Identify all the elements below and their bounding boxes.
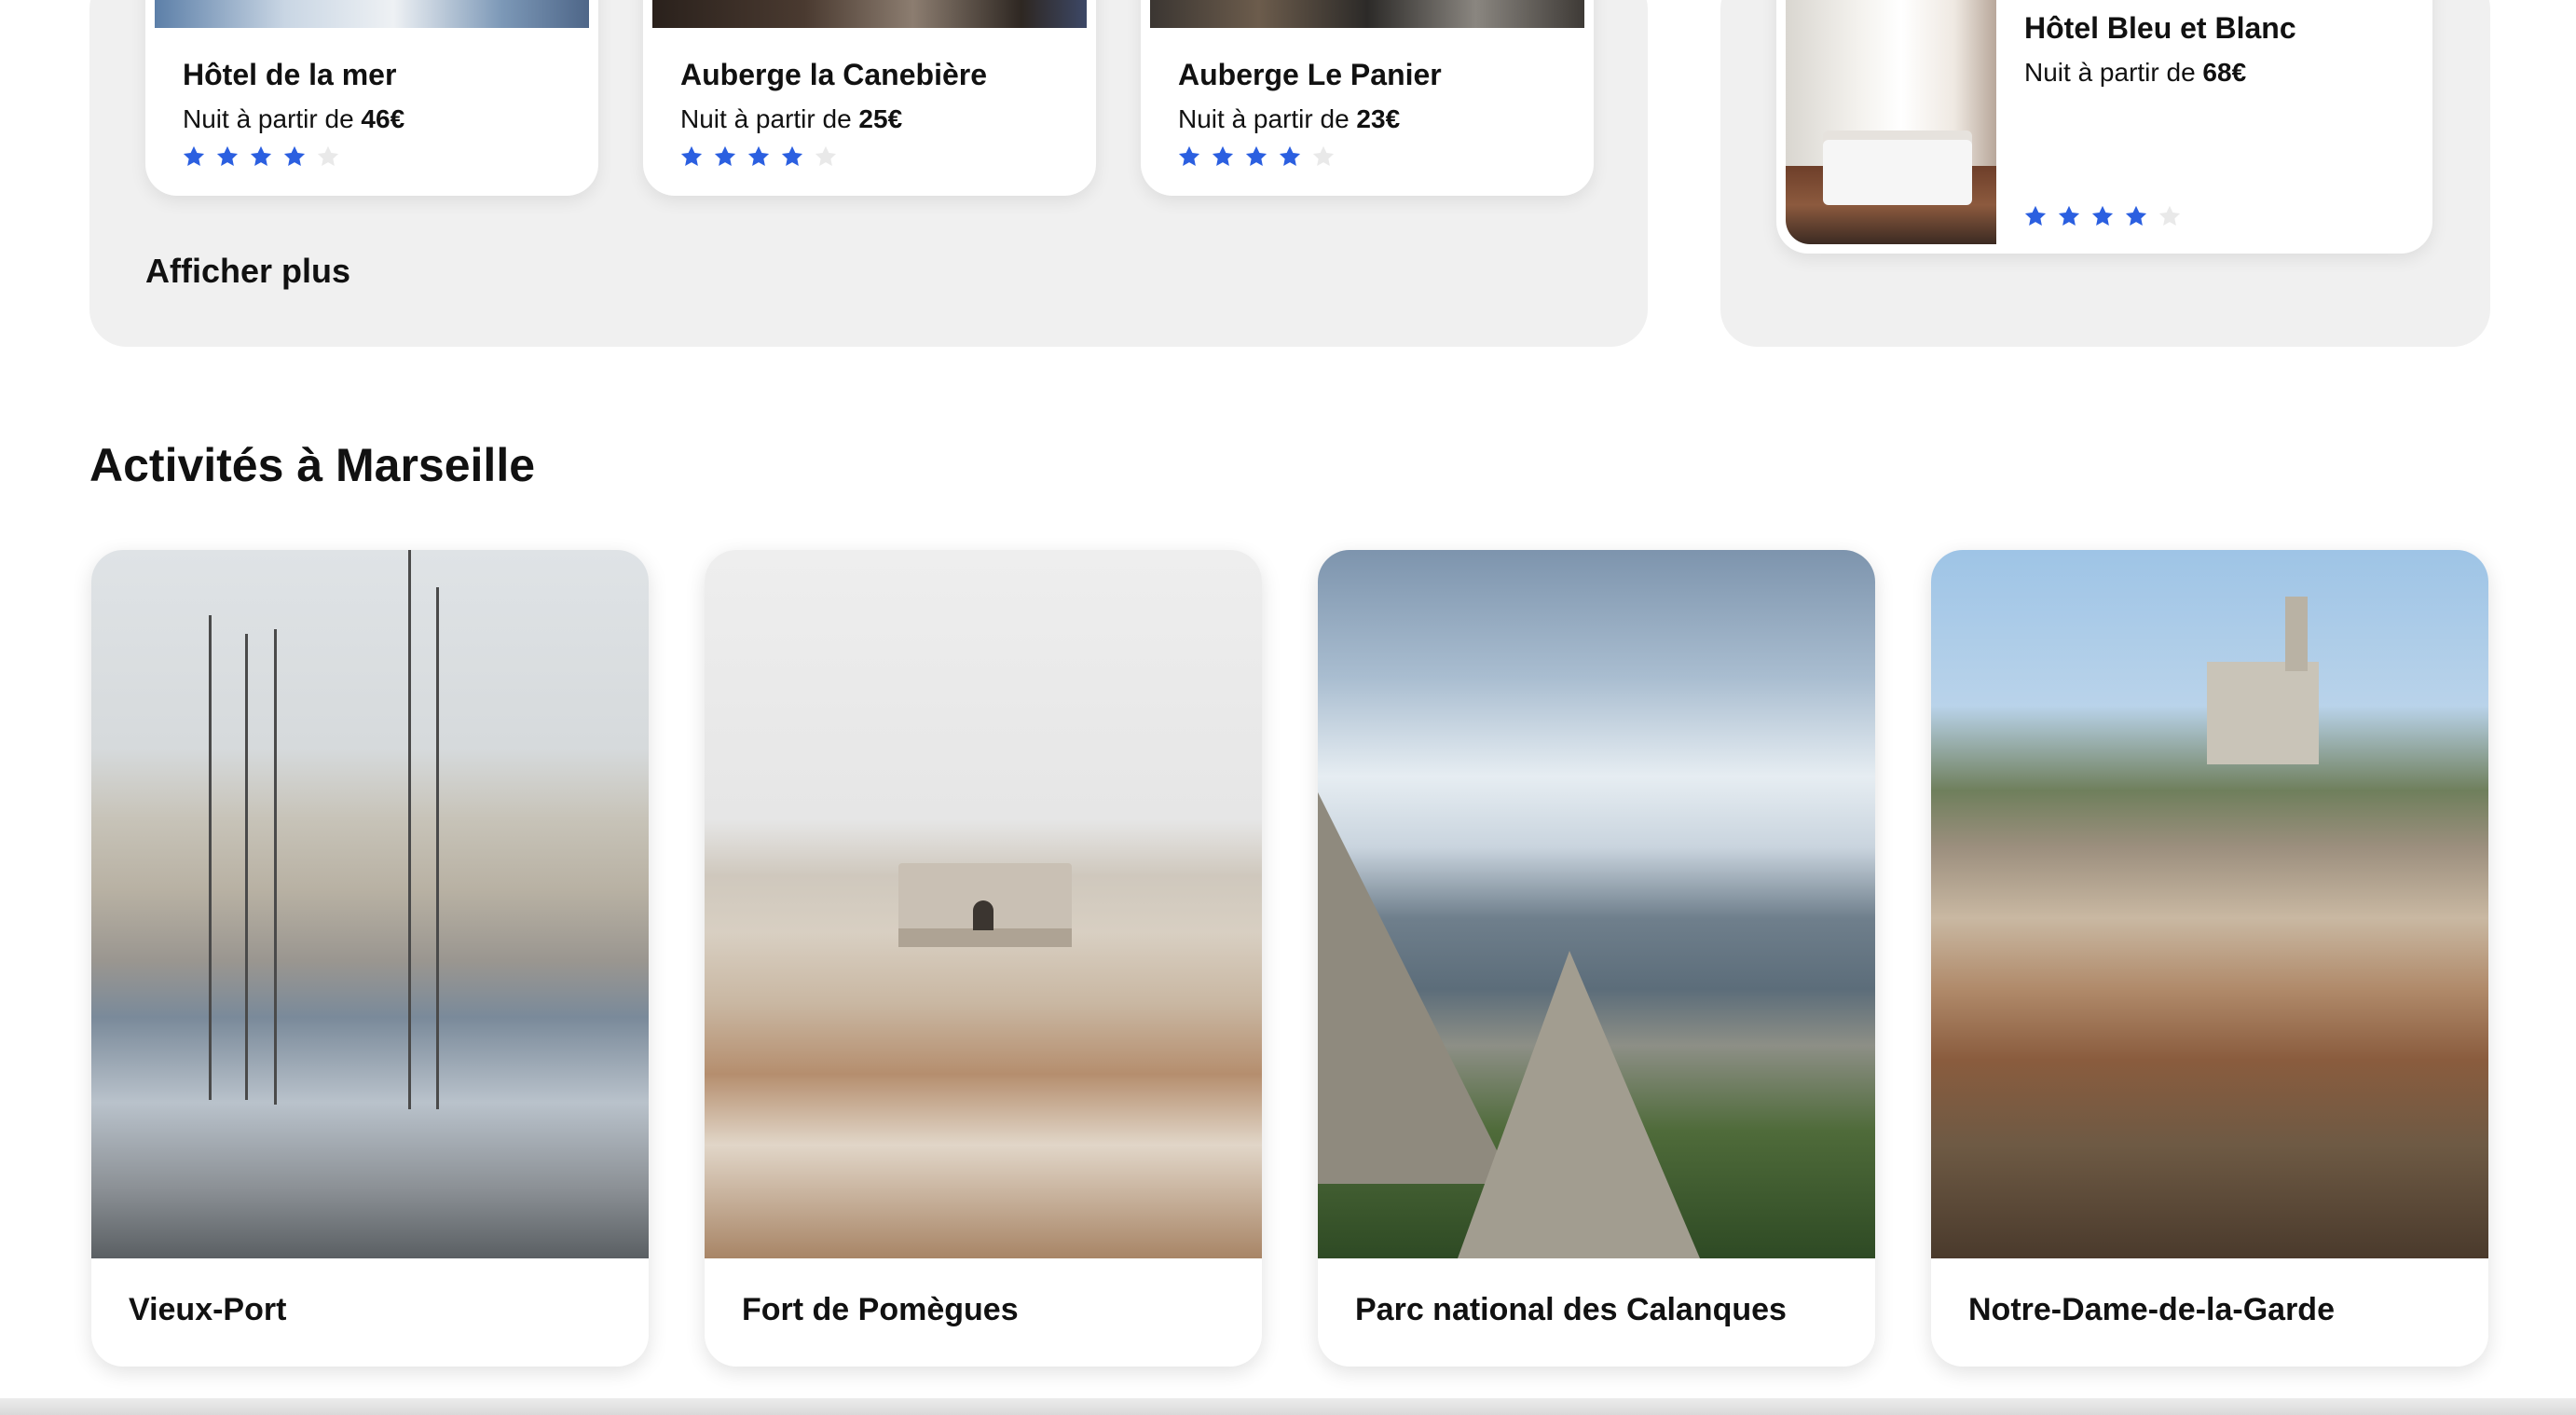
hotel-name: Hôtel Bleu et Blanc [2024, 11, 2296, 45]
star-icon [813, 144, 839, 170]
price-value: 25€ [858, 104, 903, 133]
hotel-price: Nuit à partir de 23€ [1178, 104, 1400, 134]
star-rating [678, 144, 839, 170]
hotel-photo [1150, 0, 1584, 28]
star-rating [1176, 144, 1336, 170]
hotel-name: Auberge la Canebière [680, 58, 987, 91]
activity-photo [1931, 550, 2488, 1258]
star-icon [1243, 144, 1269, 170]
star-icon [1176, 144, 1202, 170]
star-icon [315, 144, 341, 170]
price-prefix: Nuit à partir de [1178, 104, 1357, 133]
hotel-price: Nuit à partir de 68€ [2024, 58, 2246, 88]
star-rating [2022, 203, 2183, 229]
activity-label: Fort de Pomègues [742, 1292, 1019, 1327]
hotel-photo [1786, 0, 1996, 244]
fort-illustration [898, 863, 1072, 947]
star-icon [779, 144, 805, 170]
hotel-card[interactable]: Auberge Le Panier Nuit à partir de 23€ [1141, 0, 1594, 196]
activities-title: Activités à Marseille [89, 439, 536, 491]
activity-card[interactable]: Vieux-Port [91, 550, 649, 1367]
fort-door [973, 900, 993, 930]
star-icon [746, 144, 772, 170]
star-icon [712, 144, 738, 170]
price-prefix: Nuit à partir de [2024, 58, 2203, 87]
star-icon [2090, 203, 2116, 229]
star-rating [181, 144, 341, 170]
hotel-card[interactable]: Hôtel Bleu et Blanc Nuit à partir de 68€ [1776, 0, 2432, 254]
hotel-name: Hôtel de la mer [183, 58, 397, 91]
activity-photo [91, 550, 649, 1258]
star-icon [678, 144, 705, 170]
star-icon [248, 144, 274, 170]
star-icon [1277, 144, 1303, 170]
hotel-photo [652, 0, 1087, 28]
show-more-link[interactable]: Afficher plus [145, 252, 350, 291]
basilica-illustration [2207, 662, 2319, 764]
hotel-price: Nuit à partir de 25€ [680, 104, 902, 134]
price-prefix: Nuit à partir de [680, 104, 859, 133]
price-prefix: Nuit à partir de [183, 104, 362, 133]
tower-illustration [2285, 597, 2308, 671]
price-value: 68€ [2202, 58, 2247, 87]
star-icon [1310, 144, 1336, 170]
activity-photo [1318, 550, 1875, 1258]
hotel-name: Auberge Le Panier [1178, 58, 1442, 91]
star-icon [214, 144, 240, 170]
bottom-edge [0, 1398, 2576, 1415]
star-icon [2123, 203, 2149, 229]
activity-label: Parc national des Calanques [1355, 1292, 1787, 1327]
hotel-card[interactable]: Auberge la Canebière Nuit à partir de 25… [643, 0, 1096, 196]
star-icon [2056, 203, 2082, 229]
featured-hotel-panel: Hôtel Bleu et Blanc Nuit à partir de 68€ [1720, 0, 2490, 347]
hotels-panel: Hôtel de la mer Nuit à partir de 46€ Aub… [89, 0, 1648, 347]
hotel-card[interactable]: Hôtel de la mer Nuit à partir de 46€ [145, 0, 598, 196]
activity-card[interactable]: Parc national des Calanques [1318, 550, 1875, 1367]
activity-label: Notre-Dame-de-la-Garde [1968, 1292, 2335, 1327]
star-icon [2022, 203, 2048, 229]
star-icon [1210, 144, 1236, 170]
star-icon [181, 144, 207, 170]
page: Hôtel de la mer Nuit à partir de 46€ Aub… [0, 0, 2576, 1415]
hotel-price: Nuit à partir de 46€ [183, 104, 404, 134]
rock-illustration [1458, 951, 1700, 1258]
price-value: 23€ [1356, 104, 1401, 133]
activity-label: Vieux-Port [129, 1292, 287, 1327]
star-icon [2157, 203, 2183, 229]
activity-card[interactable]: Fort de Pomègues [705, 550, 1262, 1367]
bed-illustration [1823, 140, 1972, 205]
price-value: 46€ [361, 104, 405, 133]
hotel-photo [155, 0, 589, 28]
star-icon [281, 144, 308, 170]
activity-photo [705, 550, 1262, 1258]
activity-card[interactable]: Notre-Dame-de-la-Garde [1931, 550, 2488, 1367]
